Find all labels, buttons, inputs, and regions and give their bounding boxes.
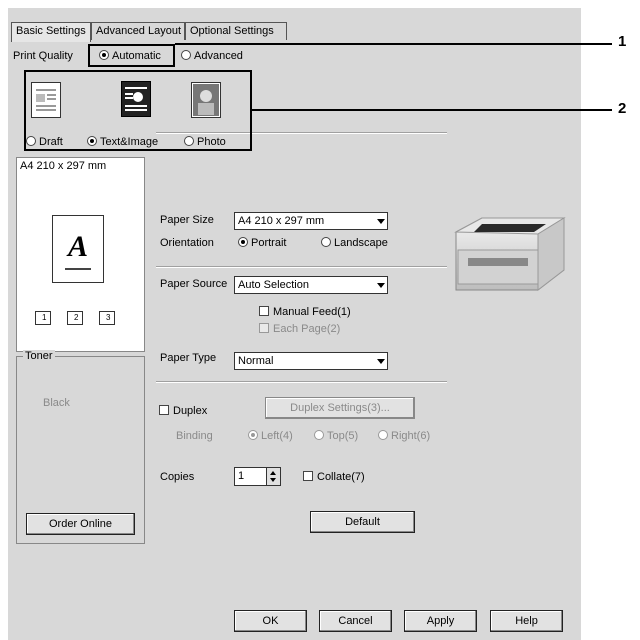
portrait-radio[interactable]: Portrait xyxy=(238,237,286,249)
binding-right-radio[interactable]: Right(6) xyxy=(378,430,430,442)
chevron-down-icon xyxy=(377,219,385,224)
paper-size-label: Paper Size xyxy=(160,214,214,226)
paper-source-select[interactable]: Auto Selection xyxy=(234,276,388,294)
copy-number: 1 xyxy=(42,313,47,322)
binding-top-radio[interactable]: Top(5) xyxy=(314,430,358,442)
preview-glyph: A xyxy=(67,230,88,263)
copy-page-icon: 3 xyxy=(99,311,115,325)
radio-indicator xyxy=(248,430,258,440)
manual-feed-checkbox[interactable]: Manual Feed(1) xyxy=(259,306,351,318)
callout-2-line xyxy=(252,109,612,111)
tab-advanced-layout[interactable]: Advanced Layout xyxy=(91,22,185,40)
preview-underline xyxy=(65,268,91,270)
copy-number: 2 xyxy=(74,313,79,322)
paper-type-select[interactable]: Normal xyxy=(234,352,388,370)
radio-indicator xyxy=(238,237,248,247)
tab-basic-settings[interactable]: Basic Settings xyxy=(11,22,91,42)
collate-checkbox[interactable]: Collate(7) xyxy=(303,471,365,483)
copy-page-icon: 1 xyxy=(35,311,51,325)
separator xyxy=(156,381,447,383)
duplex-label: Duplex xyxy=(173,405,208,417)
callout-2-box xyxy=(24,70,252,151)
binding-right-label: Right(6) xyxy=(391,430,431,442)
paper-source-label: Paper Source xyxy=(160,278,228,290)
checkbox-indicator xyxy=(259,323,269,333)
cancel-button[interactable]: Cancel xyxy=(319,610,392,632)
paper-size-select[interactable]: A4 210 x 297 mm xyxy=(234,212,388,230)
callout-1-box xyxy=(88,44,175,67)
binding-left-radio[interactable]: Left(4) xyxy=(248,430,293,442)
stepper-buttons[interactable] xyxy=(266,468,280,485)
landscape-radio[interactable]: Landscape xyxy=(321,237,388,249)
advanced-radio[interactable]: Advanced xyxy=(181,50,243,62)
preview-paper-size: A4 210 x 297 mm xyxy=(20,160,107,172)
landscape-label: Landscape xyxy=(334,237,388,249)
toner-group: Toner Black Order Online xyxy=(16,350,145,544)
radio-indicator xyxy=(378,430,388,440)
toner-color: Black xyxy=(43,397,70,409)
copies-value: 1 xyxy=(238,470,245,482)
radio-indicator xyxy=(321,237,331,247)
order-online-button[interactable]: Order Online xyxy=(26,513,135,535)
printer-image xyxy=(442,210,574,302)
checkbox-indicator xyxy=(259,306,269,316)
paper-type-label: Paper Type xyxy=(160,352,217,364)
callout-1-line xyxy=(175,43,612,45)
copy-page-icon: 2 xyxy=(67,311,83,325)
radio-indicator xyxy=(314,430,324,440)
chevron-down-icon xyxy=(377,359,385,364)
default-button[interactable]: Default xyxy=(310,511,415,533)
callout-1-number: 1 xyxy=(618,33,627,50)
help-button[interactable]: Help xyxy=(490,610,563,632)
callout-2-number: 2 xyxy=(618,100,627,117)
apply-button[interactable]: Apply xyxy=(404,610,477,632)
copies-stepper[interactable]: 1 xyxy=(234,467,281,486)
copy-number: 3 xyxy=(106,313,111,322)
orientation-label: Orientation xyxy=(160,237,214,249)
binding-left-label: Left(4) xyxy=(261,430,293,442)
portrait-label: Portrait xyxy=(251,237,287,249)
each-page-checkbox[interactable]: Each Page(2) xyxy=(259,323,340,335)
duplex-checkbox[interactable]: Duplex xyxy=(159,405,207,417)
radio-indicator xyxy=(181,50,191,60)
ok-button[interactable]: OK xyxy=(234,610,307,632)
paper-type-value: Normal xyxy=(238,355,274,367)
print-quality-label: Print Quality xyxy=(13,50,73,62)
chevron-up-icon xyxy=(270,471,276,475)
binding-label: Binding xyxy=(176,430,213,442)
manual-feed-label: Manual Feed(1) xyxy=(273,306,351,318)
paper-size-value: A4 210 x 297 mm xyxy=(238,215,325,227)
each-page-label: Each Page(2) xyxy=(273,323,341,335)
binding-top-label: Top(5) xyxy=(327,430,359,442)
toner-title: Toner xyxy=(23,350,55,362)
preview-page: A xyxy=(52,215,104,283)
chevron-down-icon xyxy=(270,478,276,482)
paper-source-value: Auto Selection xyxy=(238,279,309,291)
checkbox-indicator xyxy=(303,471,313,481)
advanced-label: Advanced xyxy=(194,50,243,62)
collate-label: Collate(7) xyxy=(317,471,365,483)
tab-optional-settings[interactable]: Optional Settings xyxy=(185,22,287,40)
duplex-settings-button[interactable]: Duplex Settings(3)... xyxy=(265,397,415,419)
paper-preview-panel: A4 210 x 297 mm A 1 2 3 xyxy=(16,157,145,352)
chevron-down-icon xyxy=(377,283,385,288)
separator xyxy=(156,266,447,268)
checkbox-indicator xyxy=(159,405,169,415)
copies-label: Copies xyxy=(160,471,195,483)
